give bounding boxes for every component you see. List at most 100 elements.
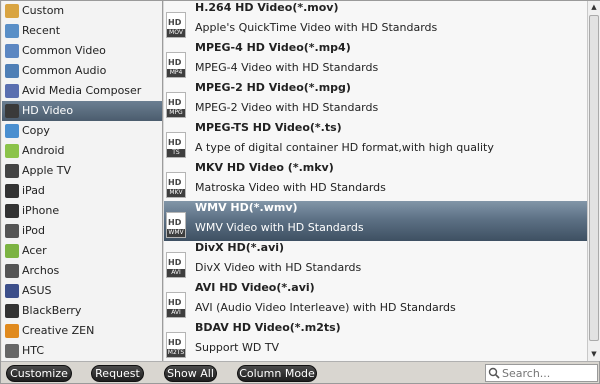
bottom-toolbar: Customize Request Show All Column Mode	[1, 361, 599, 383]
hd-format-icon: HD MKV	[166, 172, 186, 198]
hd-icon-text: HD	[168, 98, 182, 107]
format-tag: MOV	[167, 29, 185, 37]
category-label: iPad	[22, 184, 45, 197]
creative-zen-icon	[5, 324, 19, 338]
format-description: MPEG-2 Video with HD Standards	[195, 101, 379, 114]
htc-icon	[5, 344, 19, 358]
category-item[interactable]: Creative ZEN	[2, 321, 162, 341]
category-label: Common Audio	[22, 64, 107, 77]
asus-icon	[5, 284, 19, 298]
format-description: AVI (Audio Video Interleave) with HD Sta…	[195, 301, 456, 314]
category-label: iPod	[22, 224, 46, 237]
format-item[interactable]: HD M2TS BDAV HD Video(*.m2ts) Support WD TV	[164, 321, 587, 361]
format-description: WMV Video with HD Standards	[195, 221, 364, 234]
format-tag: TS	[167, 149, 185, 157]
film-icon	[5, 44, 19, 58]
request-button[interactable]: Request	[91, 365, 144, 382]
category-label: iPhone	[22, 204, 60, 217]
format-item[interactable]: HD AVI AVI HD Video(*.avi) AVI (Audio Video…	[164, 281, 587, 321]
hd-icon-text: HD	[168, 18, 182, 27]
search-icon	[488, 367, 500, 379]
category-label: BlackBerry	[22, 304, 82, 317]
category-item[interactable]: Common Video	[2, 41, 162, 61]
format-title: BDAV HD Video(*.m2ts)	[195, 321, 341, 334]
format-tag: WMV	[167, 229, 185, 237]
scrollbar-thumb[interactable]	[589, 15, 599, 341]
format-item[interactable]: HD TS MPEG-TS HD Video(*.ts) A type of digi…	[164, 121, 587, 161]
hd-format-icon: HD AVI	[166, 252, 186, 278]
format-title: MPEG-4 HD Video(*.mp4)	[195, 41, 351, 54]
format-item[interactable]: HD WMV WMV HD(*.wmv) WMV Video with HD Stan…	[164, 201, 587, 241]
category-label: Copy	[22, 124, 50, 137]
category-item[interactable]: Acer	[2, 241, 162, 261]
search-box[interactable]	[485, 364, 598, 382]
category-item[interactable]: HTC	[2, 341, 162, 361]
category-item[interactable]: BlackBerry	[2, 301, 162, 321]
custom-folder-icon	[5, 4, 19, 18]
category-item[interactable]: Custom	[2, 1, 162, 21]
category-label: ASUS	[22, 284, 52, 297]
hd-icon-text: HD	[168, 298, 182, 307]
category-item[interactable]: Apple TV	[2, 161, 162, 181]
format-item[interactable]: HD MPG MPEG-2 HD Video(*.mpg) MPEG-2 Video …	[164, 81, 587, 121]
category-item[interactable]: HD Video	[2, 101, 162, 121]
format-title: MPEG-TS HD Video(*.ts)	[195, 121, 342, 134]
hd-format-icon: HD AVI	[166, 292, 186, 318]
format-picker-window: Custom Recent Common Video Common Audio Avid…	[0, 0, 600, 384]
format-list-scrollbar[interactable]: ▲ ▼	[587, 1, 600, 361]
category-item[interactable]: iPhone	[2, 201, 162, 221]
format-item[interactable]: HD MP4 MPEG-4 HD Video(*.mp4) MPEG-4 Video …	[164, 41, 587, 81]
iphone-icon	[5, 204, 19, 218]
recent-clock-icon	[5, 24, 19, 38]
category-label: HTC	[22, 344, 45, 357]
format-description: A type of digital container HD format,wi…	[195, 141, 494, 154]
search-input[interactable]	[502, 366, 596, 380]
scroll-up-arrow-icon[interactable]: ▲	[588, 1, 600, 14]
music-note-icon	[5, 64, 19, 78]
blackberry-icon	[5, 304, 19, 318]
category-item[interactable]: Avid Media Composer	[2, 81, 162, 101]
format-item[interactable]: HD AVI DivX HD(*.avi) DivX Video with HD St…	[164, 241, 587, 281]
format-description: Apple's QuickTime Video with HD Standard…	[195, 21, 438, 34]
category-item[interactable]: ASUS	[2, 281, 162, 301]
format-tag: MKV	[167, 189, 185, 197]
format-description: Support WD TV	[195, 341, 280, 354]
category-label: Archos	[22, 264, 60, 277]
format-tag: M2TS	[167, 349, 185, 357]
format-title: MKV HD Video (*.mkv)	[195, 161, 334, 174]
scroll-down-arrow-icon[interactable]: ▼	[588, 348, 600, 361]
android-icon	[5, 144, 19, 158]
category-item[interactable]: Copy	[2, 121, 162, 141]
format-tag: MPG	[167, 109, 185, 117]
format-tag: AVI	[167, 269, 185, 277]
category-item[interactable]: iPad	[2, 181, 162, 201]
format-tag: AVI	[167, 309, 185, 317]
format-item[interactable]: HD MOV H.264 HD Video(*.mov) Apple's QuickT…	[164, 1, 587, 41]
hd-format-icon: HD MPG	[166, 92, 186, 118]
ipod-icon	[5, 224, 19, 238]
category-label: HD Video	[22, 104, 74, 117]
copy-icon	[5, 124, 19, 138]
category-list[interactable]: Custom Recent Common Video Common Audio Avid…	[2, 1, 162, 361]
column-mode-button[interactable]: Column Mode	[237, 365, 317, 382]
hd-icon-text: HD	[168, 258, 182, 267]
category-label: Recent	[22, 24, 61, 37]
hd-format-icon: HD MOV	[166, 12, 186, 38]
category-label: Android	[22, 144, 65, 157]
hd-icon-text: HD	[168, 218, 182, 227]
hd-format-icon: HD M2TS	[166, 332, 186, 358]
category-label: Apple TV	[22, 164, 72, 177]
format-title: H.264 HD Video(*.mov)	[195, 1, 339, 14]
category-item[interactable]: Android	[2, 141, 162, 161]
category-item[interactable]: Recent	[2, 21, 162, 41]
hd-format-icon: HD TS	[166, 132, 186, 158]
category-item[interactable]: Archos	[2, 261, 162, 281]
customize-button[interactable]: Customize	[6, 365, 72, 382]
format-list[interactable]: HD MOV H.264 HD Video(*.mov) Apple's QuickT…	[164, 1, 587, 361]
category-item[interactable]: iPod	[2, 221, 162, 241]
format-item[interactable]: HD MKV MKV HD Video (*.mkv) Matroska Video …	[164, 161, 587, 201]
hd-icon-text: HD	[168, 338, 182, 347]
show-all-button[interactable]: Show All	[164, 365, 217, 382]
category-item[interactable]: Common Audio	[2, 61, 162, 81]
hd-format-icon: HD WMV	[166, 212, 186, 238]
